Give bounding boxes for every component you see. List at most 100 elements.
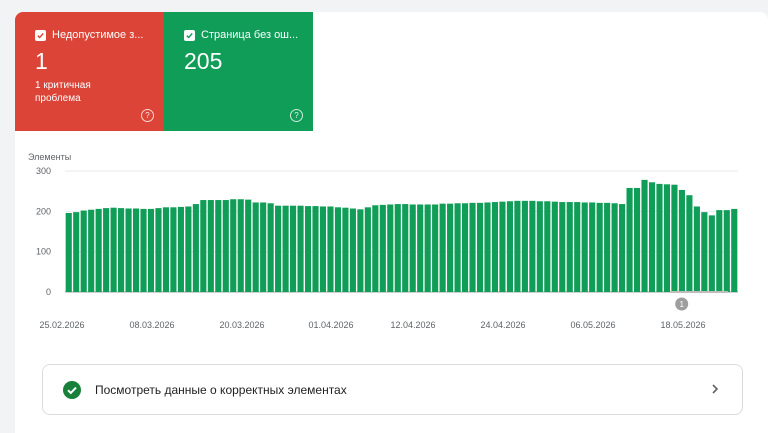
report-card: Недопустимое з... 1 1 критичная проблема…	[15, 12, 768, 433]
bar	[155, 208, 162, 292]
bar	[394, 204, 401, 292]
bar	[723, 210, 730, 292]
bar	[125, 208, 132, 292]
bar	[200, 200, 207, 292]
bar	[260, 202, 267, 292]
bar	[334, 207, 341, 292]
bar	[476, 202, 484, 292]
bar	[319, 206, 327, 292]
y-tick-label: 200	[36, 206, 51, 216]
bar	[297, 205, 304, 292]
bar	[648, 182, 656, 292]
bar	[147, 208, 155, 292]
bar	[693, 206, 700, 292]
x-tick-label: 06.05.2026	[570, 320, 615, 330]
bar	[73, 212, 80, 292]
y-tick-label: 100	[36, 247, 51, 257]
bar	[170, 207, 177, 292]
bar	[686, 195, 693, 292]
bar	[439, 203, 446, 292]
x-tick-label: 25.02.2026	[39, 320, 84, 330]
y-axis-label: Элементы	[28, 152, 71, 162]
bar	[529, 200, 536, 292]
chevron-right-icon[interactable]	[708, 382, 722, 396]
bar	[327, 206, 334, 292]
bar	[678, 189, 685, 292]
bar	[708, 215, 715, 292]
bar	[342, 207, 349, 292]
bar	[275, 205, 282, 292]
bar	[282, 205, 289, 292]
bar	[177, 206, 184, 292]
x-tick-label: 12.04.2026	[390, 320, 435, 330]
bar	[402, 204, 409, 292]
bar	[103, 208, 110, 292]
bar	[701, 212, 708, 292]
bar	[417, 204, 424, 292]
bar	[604, 202, 611, 292]
bar	[671, 184, 678, 292]
bar	[447, 203, 454, 292]
bar	[484, 202, 491, 292]
x-tick-label: 20.03.2026	[219, 320, 264, 330]
bar	[110, 207, 117, 292]
bar	[626, 187, 633, 292]
x-tick-label: 08.03.2026	[129, 320, 174, 330]
bar	[312, 206, 319, 292]
bar	[536, 201, 543, 292]
bar	[491, 202, 499, 292]
y-tick-label: 0	[46, 287, 51, 297]
bar	[379, 204, 386, 292]
bar	[304, 206, 312, 292]
check-circle-icon	[63, 380, 81, 399]
bar	[633, 187, 641, 292]
bar	[162, 207, 170, 292]
bar	[132, 208, 140, 292]
bar	[596, 202, 603, 292]
bar	[349, 208, 356, 292]
bar	[551, 201, 558, 292]
annotation-label: 1	[679, 300, 684, 309]
bar	[462, 203, 469, 292]
bar	[731, 208, 738, 292]
bar	[424, 204, 431, 292]
x-tick-label: 01.04.2026	[308, 320, 353, 330]
bar	[589, 202, 596, 292]
bar	[514, 200, 521, 292]
bar	[80, 210, 87, 292]
bar	[656, 183, 663, 292]
bar	[559, 202, 566, 292]
bar	[581, 202, 588, 292]
bar	[290, 205, 297, 292]
bar	[432, 204, 439, 292]
items-chart: Элементы 0 100 200 300 1 25.02.2026 08.03.2026 2…	[28, 152, 738, 330]
x-tick-label: 18.05.2026	[660, 320, 705, 330]
bar	[65, 212, 72, 292]
bar	[222, 200, 229, 292]
bar	[357, 209, 364, 292]
bar	[237, 199, 244, 292]
bar	[574, 202, 581, 292]
bar	[364, 207, 371, 292]
bar	[88, 209, 95, 292]
bar	[663, 184, 671, 292]
bar	[716, 210, 723, 292]
bar	[566, 202, 573, 292]
bar	[544, 201, 551, 292]
bar	[207, 200, 214, 292]
view-valid-items-row[interactable]: Посмотреть данные о корректных элементах	[42, 364, 743, 415]
bar	[245, 199, 252, 292]
bar	[140, 208, 147, 292]
bar	[372, 205, 379, 292]
x-tick-label: 24.04.2026	[480, 320, 525, 330]
view-valid-items-label: Посмотреть данные о корректных элементах	[95, 382, 347, 397]
bar	[95, 208, 102, 292]
y-tick-label: 300	[36, 166, 51, 176]
bar	[641, 179, 648, 292]
bar	[215, 200, 222, 292]
bar	[230, 199, 237, 292]
bar	[469, 202, 476, 292]
bar	[252, 202, 259, 292]
bar	[506, 201, 513, 292]
bar	[454, 203, 461, 292]
